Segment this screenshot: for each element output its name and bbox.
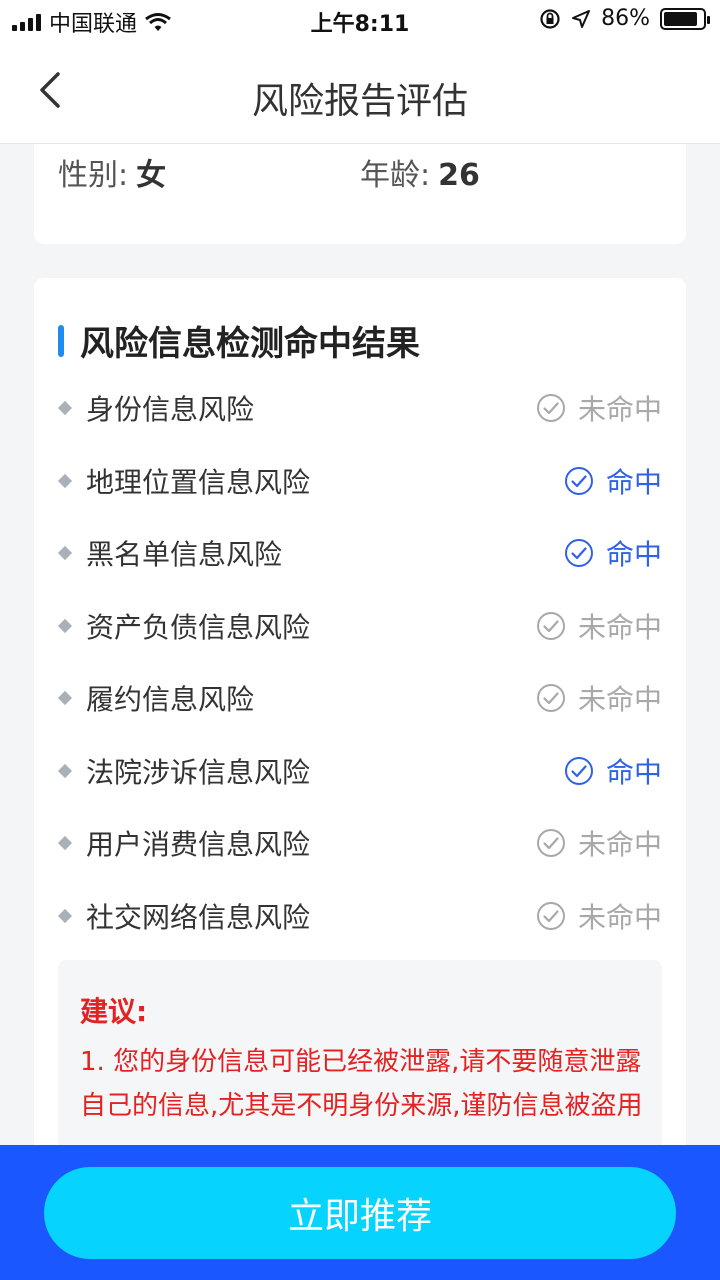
risk-row: 资产负债信息风险 未命中 [57,596,662,656]
bullet-diamond-icon [57,473,73,488]
title-accent-bar [58,324,64,357]
check-circle-icon [564,466,593,495]
check-circle-icon [536,611,565,640]
gender-label: 性别: [58,158,129,193]
risk-status: 命中 [564,751,662,791]
risk-label: 资产负债信息风险 [86,610,311,644]
risk-label: 用户消费信息风险 [86,828,311,861]
battery-icon [660,7,710,30]
check-circle-icon [564,756,593,785]
recommend-button[interactable]: 立即推荐 [44,1167,676,1259]
nav-bar: 风险报告评估 [0,40,720,144]
risk-status: 未命中 [536,388,662,428]
risk-label: 身份信息风险 [86,393,255,426]
status-bar: 中国联通 上午8:11 86% [0,0,720,40]
risk-status: 未命中 [536,678,662,718]
risk-status-text: 未命中 [577,393,662,426]
risk-row: 法院涉诉信息风险 命中 [57,741,662,801]
risk-status-text: 命中 [605,755,662,789]
risk-row: 地理位置信息风险 命中 [57,451,662,511]
risk-row: 社交网络信息风险 未命中 [57,886,662,946]
risk-label: 社交网络信息风险 [86,900,311,934]
bullet-diamond-icon [57,400,73,416]
advice-text: 1. 您的身份信息可能已经被泄露,请不要随意泄露自己的信息,尤其是不明身份来源,… [80,1047,643,1121]
risk-row: 履约信息风险 未命中 [57,668,662,728]
page-title: 风险报告评估 [251,81,468,122]
risk-label: 地理位置信息风险 [86,465,311,499]
status-right: 86% [539,6,710,31]
risk-status-text: 未命中 [577,683,662,716]
age-value: 26 [438,158,480,193]
risk-row: 黑名单信息风险 命中 [57,523,662,583]
bullet-diamond-icon [57,618,73,633]
risk-status-text: 未命中 [577,610,662,644]
risk-status-text: 未命中 [577,900,662,934]
orientation-lock-icon [540,8,560,29]
risk-status-text: 命中 [605,465,662,499]
risk-status: 命中 [564,533,662,573]
bullet-diamond-icon [57,908,73,923]
bullet-diamond-icon [57,690,73,706]
bullet-diamond-icon [57,545,73,561]
gender-field: 性别: 女 [58,150,166,194]
risk-status: 未命中 [536,606,662,646]
age-label: 年龄: [360,158,431,193]
check-circle-icon [536,829,565,857]
check-circle-icon [536,684,565,712]
risk-label: 法院涉诉信息风险 [86,755,311,789]
gender-value: 女 [136,158,167,193]
risk-status-text: 未命中 [577,828,662,861]
location-arrow-icon [572,9,591,28]
risk-section-title: 风险信息检测命中结果 [80,324,420,364]
risk-row: 用户消费信息风险 未命中 [57,813,662,873]
bullet-diamond-icon [57,763,73,778]
risk-label: 履约信息风险 [86,683,255,716]
bullet-diamond-icon [57,835,73,851]
risk-status-text: 命中 [605,538,662,571]
check-circle-icon [536,901,565,930]
advice-title: 建议: [80,995,148,1028]
risk-row: 身份信息风险 未命中 [57,378,662,438]
risk-status: 命中 [564,461,662,501]
section-title: 风险信息检测命中结果 [58,316,420,365]
check-circle-icon [536,394,565,422]
risk-status: 未命中 [536,896,662,936]
risk-status: 未命中 [536,823,662,863]
battery-fill [664,11,697,26]
bottom-bar: 立即推荐 [0,1145,720,1280]
age-field: 年龄: 26 [360,150,480,194]
basic-info-card: 性别: 女 年龄: 26 [34,144,686,244]
risk-label: 黑名单信息风险 [86,538,283,571]
battery-percent: 86% [601,6,650,31]
check-circle-icon [564,539,593,567]
risk-results-card: 风险信息检测命中结果 身份信息风险 未命中 地理位置信息风险 命中 黑名单信息风险 命中资… [34,278,686,1180]
